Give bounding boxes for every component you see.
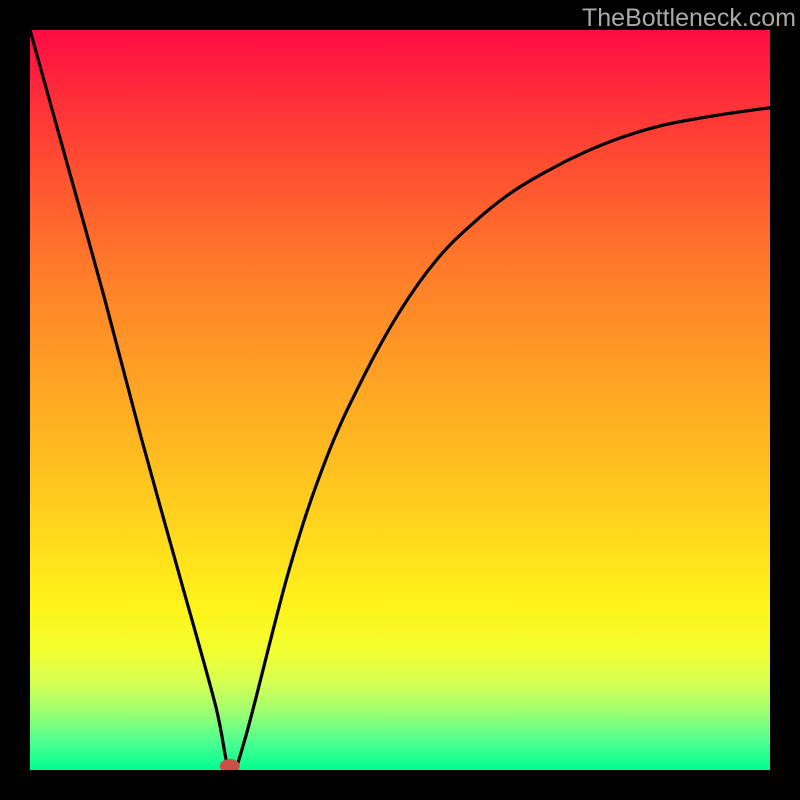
plot-area: [30, 30, 770, 770]
bottleneck-curve: [30, 30, 770, 770]
watermark-text: TheBottleneck.com: [582, 4, 796, 33]
curve-svg: [30, 30, 770, 770]
chart-frame: TheBottleneck.com: [0, 0, 800, 800]
minimum-marker: [220, 759, 240, 770]
